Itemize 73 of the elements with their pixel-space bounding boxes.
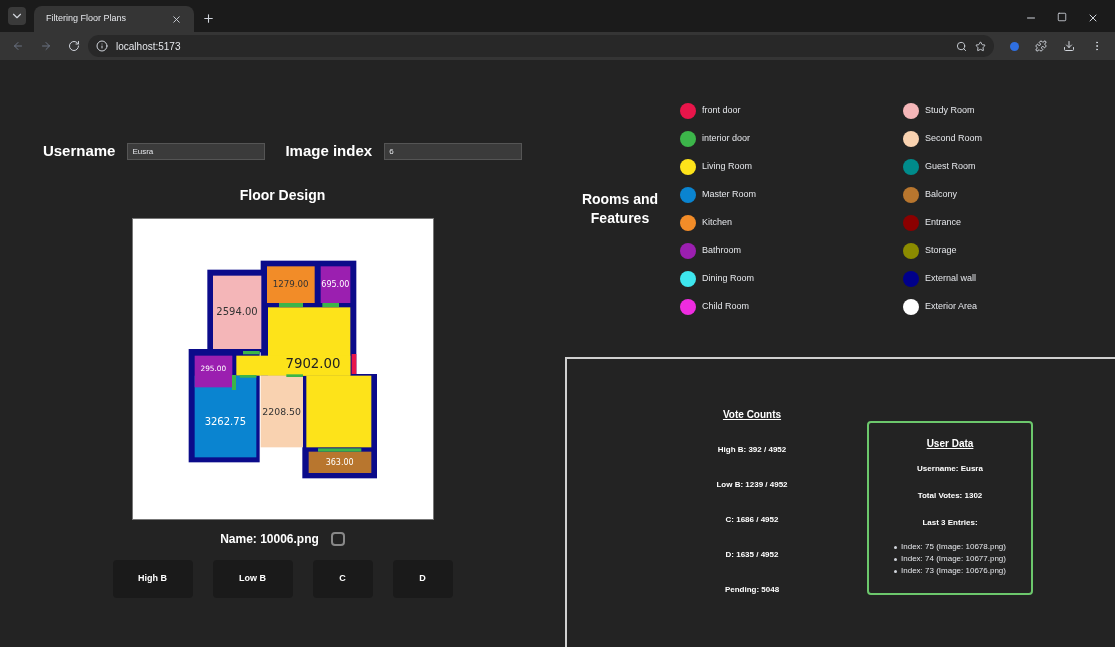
legend-label: Storage <box>925 243 957 257</box>
bullet-icon <box>894 557 897 561</box>
door-mark <box>231 374 236 390</box>
vote-count: C: 1686 / 4952 <box>725 514 779 526</box>
legend-label: Balcony <box>925 187 958 201</box>
door-mark <box>239 374 256 378</box>
legend-label: Entrance <box>925 215 962 229</box>
entry-text: Index: 75 (Image: 10678.png) <box>901 541 1006 553</box>
door-mark <box>317 447 361 452</box>
door-mark <box>285 373 303 377</box>
close-icon[interactable] <box>171 13 182 25</box>
info-icon <box>96 40 108 52</box>
new-tab-icon[interactable] <box>202 12 215 25</box>
entry-text: Index: 73 (Image: 10676.png) <box>901 565 1006 577</box>
url-text: localhost:5173 <box>116 39 181 54</box>
legend-label: Bathroom <box>702 243 742 257</box>
legend-label: front door <box>702 103 741 117</box>
door-mark <box>351 353 356 374</box>
area-label: 2594.00 <box>215 305 258 317</box>
vote-count: Low B: 1239 / 4952 <box>716 479 788 491</box>
username-text: Username: Eusra <box>917 463 983 475</box>
vote-count: D: 1635 / 4952 <box>725 549 779 561</box>
vote-count: High B: 392 / 4952 <box>717 444 787 456</box>
profile-icon[interactable] <box>1010 41 1019 51</box>
legend-label: External wall <box>925 271 977 285</box>
area-label: 2208.50 <box>261 405 301 417</box>
door-mark <box>278 302 303 307</box>
user-data-title: User Data <box>926 437 974 451</box>
vote-button[interactable]: Low B <box>212 559 293 598</box>
vote-button[interactable]: C <box>312 559 373 598</box>
browser-tab[interactable]: Filtering Floor Plans <box>34 6 194 32</box>
floor-design-title: Floor Design <box>239 185 326 205</box>
username-field[interactable]: Eusra <box>127 142 266 160</box>
bullet-icon <box>894 545 897 549</box>
legend-label: Child Room <box>702 299 750 313</box>
area-label: 3262.75 <box>204 415 246 427</box>
legend-title: Rooms and Features <box>580 189 660 228</box>
maximize-icon[interactable] <box>1057 12 1067 22</box>
image-index-label: Image index <box>285 141 373 161</box>
url-field[interactable]: localhost:5173 <box>88 35 994 57</box>
vote-count: Pending: 5048 <box>724 584 780 596</box>
area-label: 1279.00 <box>272 279 309 289</box>
vote-button[interactable]: High B <box>112 559 193 598</box>
legend-label: interior door <box>702 131 751 145</box>
legend-label: Dining Room <box>702 271 755 285</box>
extensions-icon[interactable] <box>1035 40 1047 52</box>
legend-label: Second Room <box>925 131 983 145</box>
image-checkbox[interactable] <box>330 531 345 546</box>
door-mark <box>321 302 339 307</box>
vote-counts-title: Vote Counts <box>722 408 782 422</box>
username-label: Username <box>42 141 116 161</box>
reload-icon[interactable] <box>68 40 80 52</box>
door-mark <box>242 350 260 354</box>
legend-label: Guest Room <box>925 159 976 173</box>
bookmark-star-icon[interactable] <box>975 40 986 52</box>
image-index-field[interactable]: 6 <box>384 142 523 160</box>
zoom-icon[interactable] <box>956 40 967 52</box>
area-label: 7902.00 <box>284 355 341 371</box>
bullet-icon <box>894 569 897 573</box>
legend-label: Living Room <box>702 159 753 173</box>
legend-label: Exterior Area <box>925 299 978 313</box>
tab-search-icon[interactable] <box>8 7 26 25</box>
legend-label: Study Room <box>925 103 975 117</box>
tab-title: Filtering Floor Plans <box>46 12 127 26</box>
download-icon[interactable] <box>1063 40 1075 52</box>
vote-button[interactable]: D <box>392 559 453 598</box>
legend-label: Kitchen <box>702 215 733 229</box>
close-icon[interactable] <box>1087 12 1099 24</box>
entry-text: Index: 74 (Image: 10677.png) <box>901 553 1006 565</box>
last-entries-title: Last 3 Entries: <box>922 517 978 529</box>
image-name: Name: 10006.png <box>220 530 319 548</box>
legend-label: Master Room <box>702 187 756 201</box>
total-votes-text: Total Votes: 1302 <box>917 490 983 502</box>
